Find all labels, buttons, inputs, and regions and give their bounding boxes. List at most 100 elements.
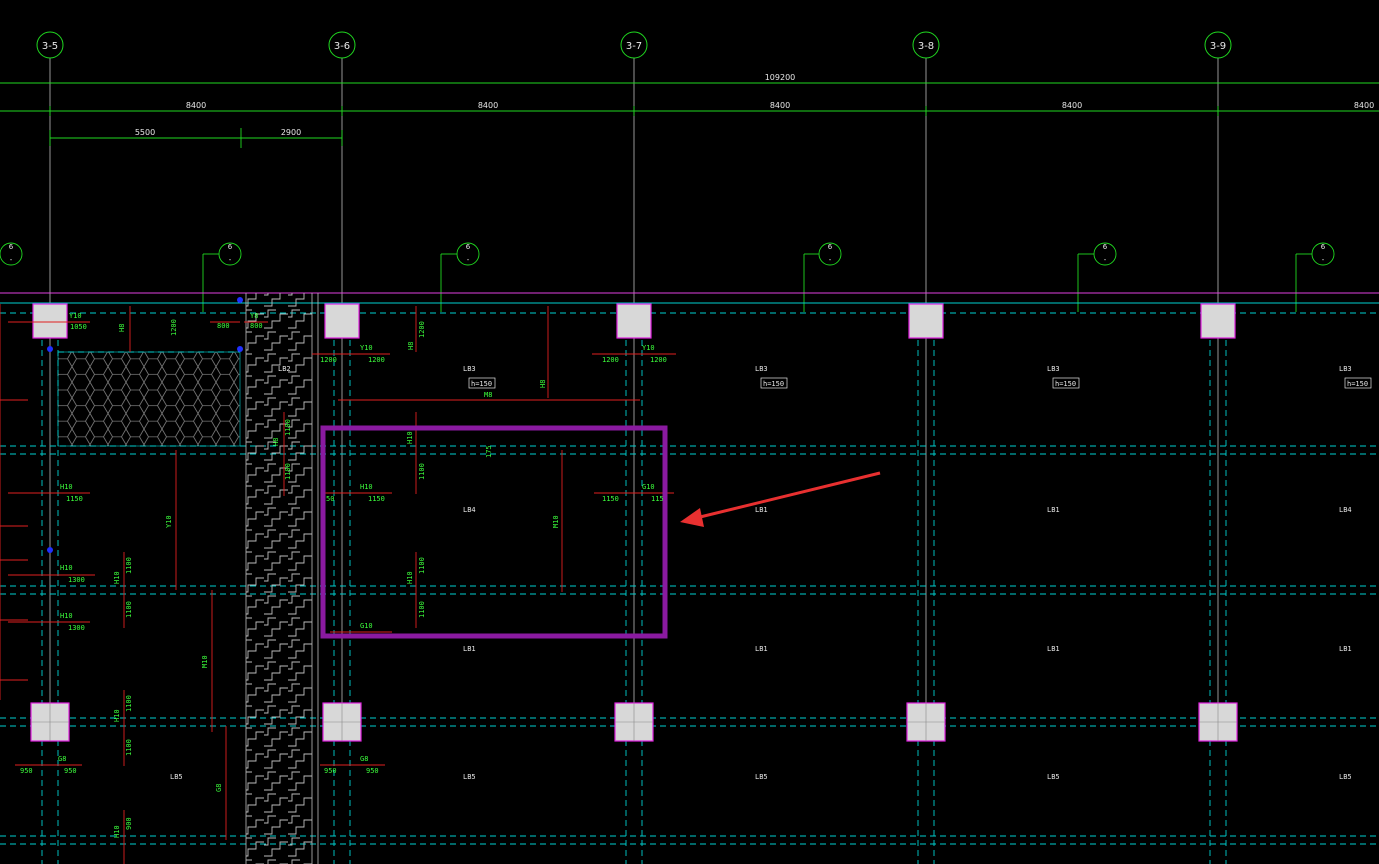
- section-marks: [0, 242, 1335, 312]
- dim-total: 109200: [765, 73, 796, 82]
- section-mark-number: 6: [9, 243, 14, 251]
- slab-label: LB3: [1339, 365, 1352, 373]
- axis-label: 3-9: [1210, 41, 1226, 52]
- axis-label: 3-6: [334, 41, 350, 52]
- section-mark-number: 6: [1321, 243, 1326, 251]
- axis-bubble-3-5[interactable]: 3-5: [36, 31, 64, 59]
- rebar-length: 950: [20, 767, 33, 775]
- rebar-length: 1100: [284, 419, 292, 436]
- highlight-box[interactable]: [320, 425, 668, 639]
- rebar-label: Y10: [642, 344, 655, 352]
- slab-label: LB1: [755, 506, 768, 514]
- slab-label: LB5: [1339, 773, 1352, 781]
- rebar-length: 115: [651, 495, 664, 503]
- section-mark-sub: -: [467, 256, 470, 264]
- slab-label: LB1: [1047, 506, 1060, 514]
- column: [32, 303, 68, 339]
- rebar-label: H10: [60, 612, 73, 620]
- slab-label: LB1: [1339, 645, 1352, 653]
- slab-label: LB5: [463, 773, 476, 781]
- rebar-label: H10: [113, 571, 121, 584]
- rebar-length: 1100: [284, 463, 292, 480]
- rebar-label: Y10: [69, 312, 82, 320]
- rebar-length: 1100: [125, 557, 133, 574]
- rebar-label: H10: [406, 431, 414, 444]
- axis-bubble-3-8[interactable]: 3-8: [912, 31, 940, 59]
- axis-bubble-3-6[interactable]: 3-6: [328, 31, 356, 59]
- dimension-lines: [0, 82, 1379, 148]
- slab-thickness: h=150: [471, 380, 492, 388]
- rebar-label: H10: [60, 564, 73, 572]
- slab-label: LB1: [1047, 645, 1060, 653]
- section-mark-sub: -: [829, 256, 832, 264]
- rebar-length: 1150: [66, 495, 83, 503]
- slab-label: LB1: [463, 645, 476, 653]
- slab-label: LB4: [1339, 506, 1352, 514]
- hatch-region-hex: [57, 351, 241, 447]
- rebar-length: 1100: [418, 463, 426, 480]
- rebar-label: H10: [360, 483, 373, 491]
- rebar-length: 950: [324, 767, 337, 775]
- rebar-length: 900: [125, 817, 133, 830]
- rebar-label: H8: [118, 324, 126, 332]
- rebar-length: 1200: [602, 356, 619, 364]
- axis-label: 3-5: [42, 41, 58, 52]
- dim-span: 8400: [186, 101, 206, 110]
- rebar-label: M10: [201, 655, 209, 668]
- rebar-length: 1100: [418, 557, 426, 574]
- rebar-label: M8: [484, 391, 492, 399]
- rebar-length: 1300: [68, 576, 85, 584]
- rebar-length: 950: [366, 767, 379, 775]
- section-mark-number: 6: [828, 243, 833, 251]
- dim-span: 8400: [478, 101, 498, 110]
- rebar-length: 1200: [368, 356, 385, 364]
- rebar-length: 1150: [368, 495, 385, 503]
- rebar-length: 950: [64, 767, 77, 775]
- axis-bubble-3-9[interactable]: 3-9: [1204, 31, 1232, 59]
- rebar-label: G8: [58, 755, 66, 763]
- axis-label: 3-8: [918, 41, 934, 52]
- rebar-label: Y8: [250, 312, 258, 320]
- rebar-label: H10: [113, 709, 121, 722]
- rebar-length: 1200: [320, 356, 337, 364]
- dim-sub-span: 2900: [281, 128, 301, 137]
- cad-drawing-canvas[interactable]: 3-5 3-6 3-7 3-8 3-9 109200 8400 8400 840…: [0, 0, 1379, 864]
- rebar-label: G10: [360, 622, 373, 630]
- rebar-label: H10: [406, 571, 414, 584]
- slab-label: LB3: [755, 365, 768, 373]
- rebar-label: H10: [113, 825, 121, 838]
- rebar-label: G8: [360, 755, 368, 763]
- slab-label: LB3: [1047, 365, 1060, 373]
- rebar-length: 1200: [650, 356, 667, 364]
- dim-span: 8400: [1354, 101, 1374, 110]
- dim-span: 8400: [1062, 101, 1082, 110]
- section-mark-sub: -: [10, 256, 13, 264]
- axis-label: 3-7: [626, 41, 642, 52]
- rebar-length: 1200: [170, 319, 178, 336]
- arrow-icon: [680, 471, 881, 527]
- hatch-region-stair: [246, 293, 312, 864]
- rebar-length: 1100: [125, 695, 133, 712]
- slab-thickness: h=150: [1347, 380, 1368, 388]
- rebar-label: H8: [407, 342, 415, 350]
- rebar-length: 175: [485, 445, 493, 458]
- rebar-label: H8: [539, 380, 547, 388]
- slab-label: LB5: [170, 773, 183, 781]
- section-mark-sub: -: [1104, 256, 1107, 264]
- slab-label: LB3: [463, 365, 476, 373]
- rebar-length: 1200: [418, 321, 426, 338]
- section-mark-sub: -: [1322, 256, 1325, 264]
- rebar-length: 1300: [68, 624, 85, 632]
- rebar-length: 1100: [418, 601, 426, 618]
- rebar-length: 1050: [70, 323, 87, 331]
- rebar-label: H10: [60, 483, 73, 491]
- slab-edge-lines: [0, 292, 1379, 304]
- slab-label: LB4: [463, 506, 476, 514]
- rebar-label: Y10: [360, 344, 373, 352]
- axis-bubble-3-7[interactable]: 3-7: [620, 31, 648, 59]
- column: [1200, 303, 1236, 339]
- dim-span: 8400: [770, 101, 790, 110]
- slab-label: LB5: [1047, 773, 1060, 781]
- rebar-length: 800: [250, 322, 263, 330]
- section-mark-number: 6: [1103, 243, 1108, 251]
